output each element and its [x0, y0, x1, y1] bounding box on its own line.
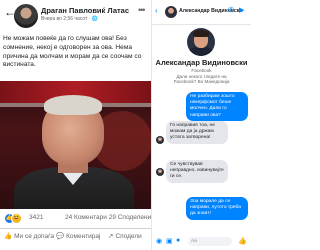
author-avatar[interactable]: [14, 4, 38, 28]
comment-button[interactable]: 💬 Коментирај: [56, 232, 100, 240]
messenger-header: ‹ Александар Видиновски ✆ ▶: [152, 0, 251, 25]
like-button[interactable]: 👍 Ми се допаѓа: [4, 232, 54, 240]
comment-count[interactable]: 24 Коментари: [65, 214, 107, 221]
contact-avatar-message: [156, 136, 164, 144]
camera-icon[interactable]: ◉: [156, 237, 162, 245]
contact-profile-subtitle: Facebook Дали некого гледате на Facebook…: [173, 68, 230, 85]
back-chevron-icon[interactable]: ‹: [155, 6, 158, 15]
share-count[interactable]: 29 Споделени: [109, 214, 152, 221]
haha-reaction-icon: 😆: [11, 213, 22, 224]
message-received[interactable]: Се чувствував неправдно, извинувајте ги …: [166, 160, 228, 183]
messenger-panel: ‹ Александар Видиновски ✆ ▶ Александар В…: [151, 0, 251, 250]
reaction-icons[interactable]: 👍 😆: [4, 213, 22, 224]
phone-icon[interactable]: ✆: [228, 6, 234, 14]
post-text: Не можам повеќе да го слушам ова! Без со…: [3, 35, 142, 69]
contact-avatar-small[interactable]: [165, 6, 177, 18]
more-icon[interactable]: •••: [138, 5, 146, 15]
message-sent[interactable]: Зоа морале да се направи, лутото треба д…: [186, 197, 248, 220]
post-photo[interactable]: [0, 81, 151, 209]
post-timestamp: Вчера во 2:56 часот · 🌐: [41, 16, 98, 22]
mic-icon[interactable]: ●: [176, 237, 180, 244]
facebook-post: ← Драган Павловиќ Латас Вчера во 2:56 ча…: [0, 0, 151, 250]
message-sent[interactable]: Не разбирам зошто некерфсмот беше молчен…: [186, 92, 248, 121]
comment-icon: 💬: [56, 233, 65, 240]
post-header: ← Драган Павловиќ Латас Вчера во 2:56 ча…: [0, 0, 151, 32]
author-name[interactable]: Драган Павловиќ Латас: [41, 6, 129, 15]
thumbs-up-icon[interactable]: 👍: [238, 237, 247, 245]
post-actions: 👍 Ми се допаѓа 💬 Коментирај ↗ Сподели: [0, 232, 151, 246]
message-input[interactable]: Aa: [188, 237, 232, 246]
contact-avatar-large[interactable]: [187, 28, 215, 56]
share-button[interactable]: ↗ Сподели: [108, 232, 142, 240]
video-call-icon[interactable]: ▶: [239, 6, 244, 14]
gallery-icon[interactable]: ▣: [166, 237, 173, 245]
divider: [0, 228, 151, 229]
share-icon: ↗: [108, 233, 114, 240]
message-received[interactable]: Го направив тоа, не можам да ја држам ус…: [166, 121, 228, 144]
message-composer: ◉ ▣ ● Aa 👍: [152, 235, 251, 250]
reaction-count[interactable]: 3421: [29, 214, 43, 221]
like-icon: 👍: [4, 233, 13, 240]
contact-profile-name: Александар Видиновски: [155, 58, 248, 67]
contact-avatar-message: [156, 168, 164, 176]
comments-shares[interactable]: 24 Коментари 29 Споделени: [65, 214, 151, 221]
